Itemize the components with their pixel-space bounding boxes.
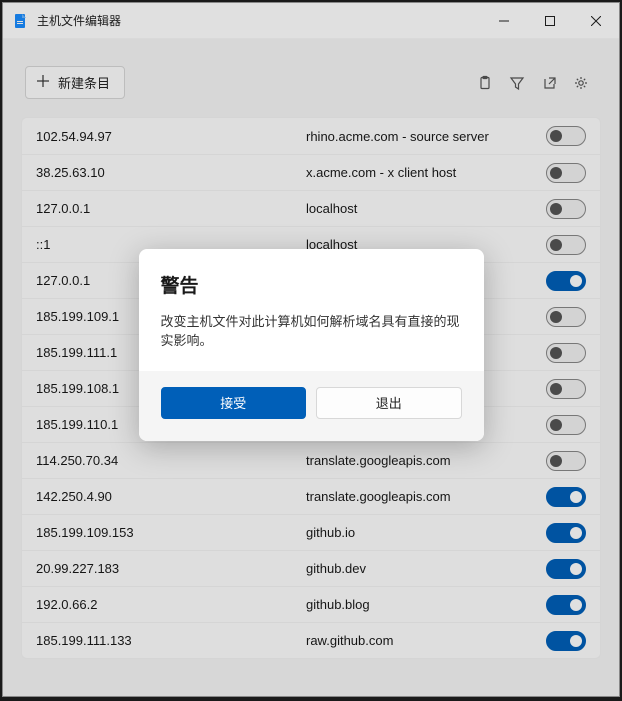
accept-button[interactable]: 接受: [161, 387, 307, 419]
dialog-title: 警告: [161, 271, 462, 298]
cancel-button[interactable]: 退出: [316, 387, 462, 419]
warning-dialog: 警告 改变主机文件对此计算机如何解析域名具有直接的现实影响。 接受 退出: [139, 249, 484, 441]
app-window: 主机文件编辑器 新建条目 102.54.94.97rhino.acme.com …: [2, 2, 620, 697]
modal-overlay: 警告 改变主机文件对此计算机如何解析域名具有直接的现实影响。 接受 退出: [3, 3, 619, 696]
dialog-message: 改变主机文件对此计算机如何解析域名具有直接的现实影响。: [161, 312, 462, 351]
